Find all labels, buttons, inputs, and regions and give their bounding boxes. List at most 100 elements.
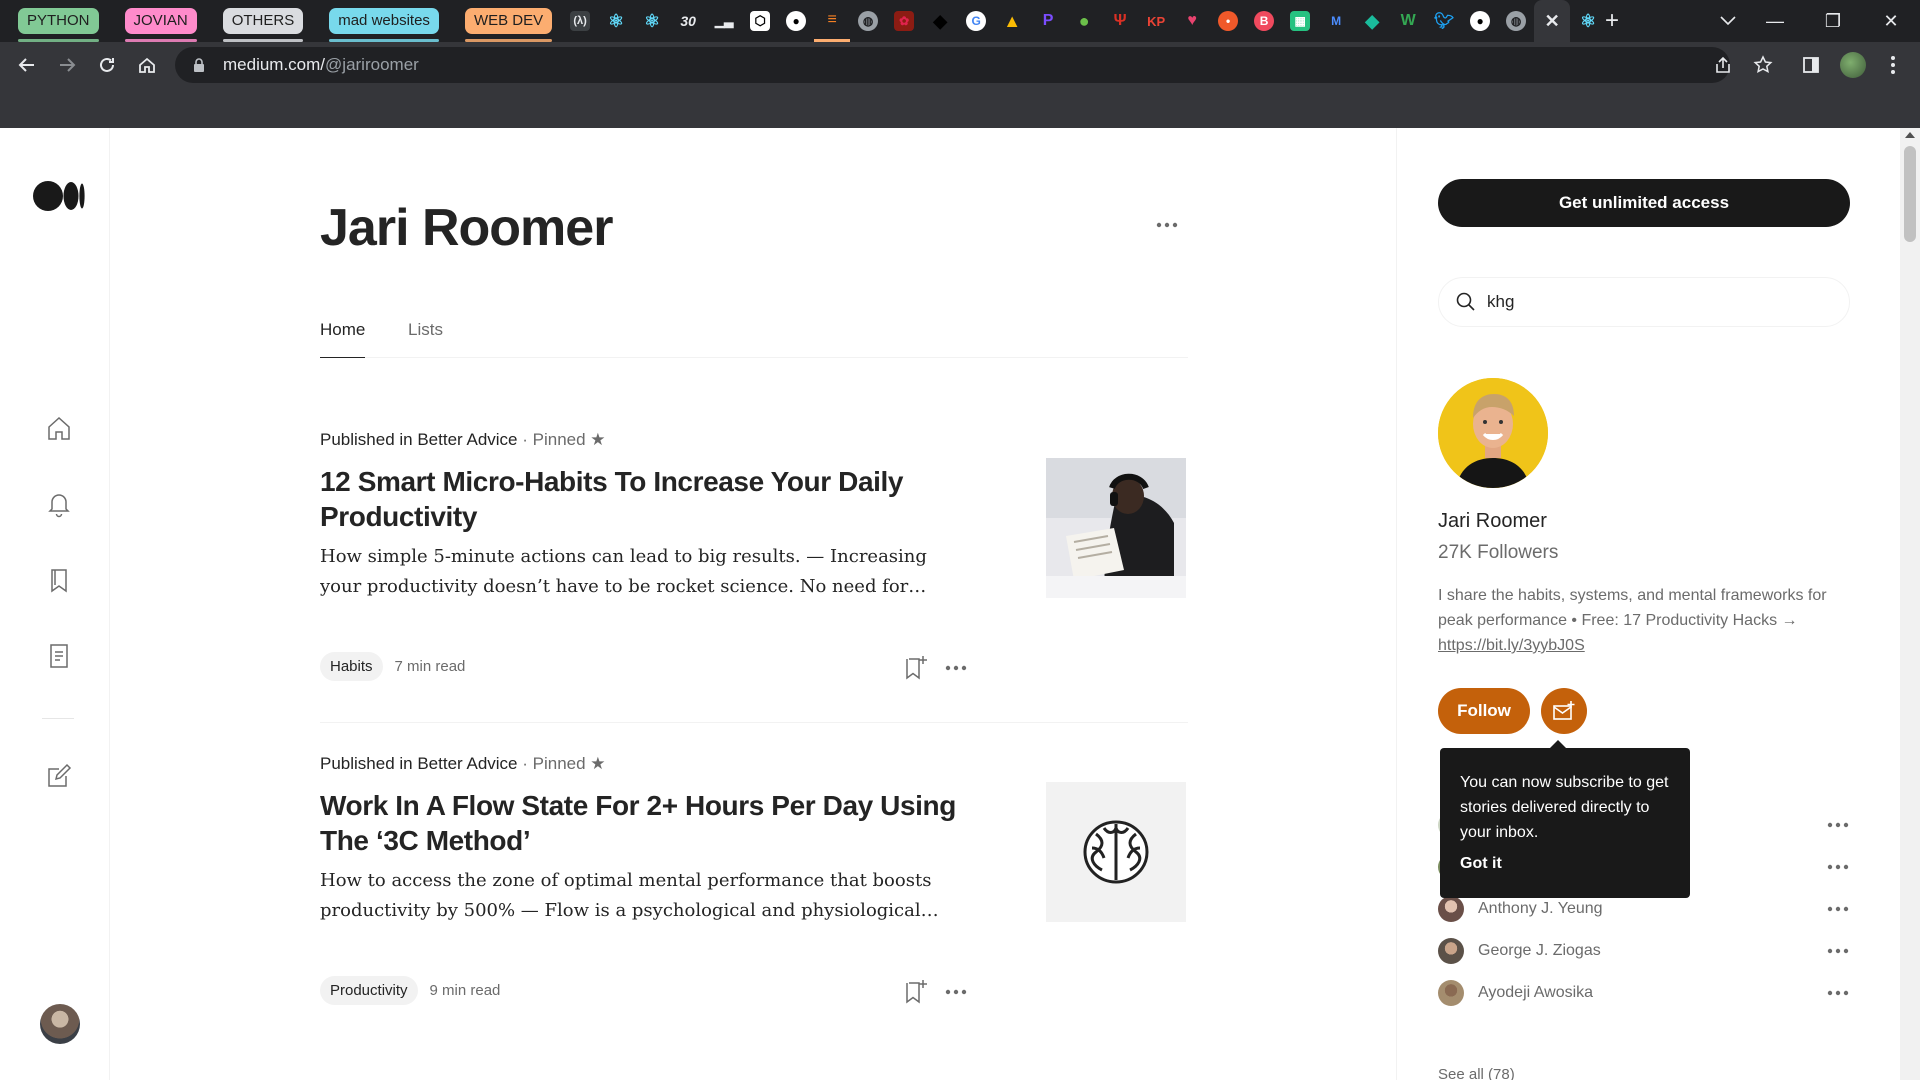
address-bar[interactable]: medium.com/@jariroomer [175,47,1730,83]
article-subtitle[interactable]: How simple 5-minute actions can lead to … [320,542,960,602]
following-name: Anthony J. Yeung [1478,900,1603,917]
author-name[interactable]: Jari Roomer [1438,510,1547,533]
new-tab-button[interactable]: + [1600,0,1624,42]
article-title[interactable]: Work In A Flow State For 2+ Hours Per Da… [320,788,960,858]
topic-tag[interactable]: Productivity [320,976,418,1005]
side-panel-icon[interactable] [1796,50,1826,80]
tab-orange[interactable]: • [1210,0,1246,42]
home-icon[interactable] [44,413,74,443]
save-bookmark-icon[interactable] [902,978,930,1006]
tab-github-1[interactable]: ● [778,0,814,42]
followers-count[interactable]: 27K Followers [1438,542,1558,564]
save-bookmark-icon[interactable] [902,654,930,682]
bookmark-star-icon[interactable] [1748,50,1778,80]
nest-icon: ✿ [894,11,915,31]
medium-logo[interactable] [33,180,85,212]
tab-globe-1[interactable]: ◍ [850,0,886,42]
tab-heart[interactable]: ♥ [1174,0,1210,42]
share-icon[interactable] [1708,50,1738,80]
tab-codepen[interactable]: ⬡ [742,0,778,42]
tab-lists[interactable]: Lists [408,314,443,358]
profile-avatar-icon[interactable] [1838,50,1868,80]
article-thumbnail[interactable] [1046,458,1186,598]
following-row[interactable]: George J. Ziogas [1438,936,1850,966]
following-more-icon[interactable] [1826,987,1850,999]
tab-kp[interactable]: KP [1138,0,1174,42]
forward-arrow-icon[interactable] [52,50,82,80]
tab-nest[interactable]: ✿ [886,0,922,42]
tab-diamond[interactable]: ◆ [1354,0,1390,42]
tab-react-2[interactable]: ⚛ [634,0,670,42]
more-options-icon[interactable] [1155,220,1179,230]
follow-button[interactable]: Follow [1438,688,1530,734]
subscribe-email-button[interactable] [1541,688,1587,734]
following-more-icon[interactable] [1826,945,1850,957]
tab-thirty[interactable]: 30 [670,0,706,42]
bio-link[interactable]: https://bit.ly/3yybJ0S [1438,637,1585,654]
tab-group-others[interactable]: OTHERS [222,8,304,42]
article-more-icon[interactable] [944,986,968,998]
browser-menu-icon[interactable] [1878,50,1908,80]
bell-icon[interactable] [44,489,74,519]
author-avatar[interactable] [1438,378,1548,488]
tab-drive[interactable]: ▲ [994,0,1030,42]
stories-icon[interactable] [44,641,74,671]
tab-terminal[interactable]: ▁▃ [706,0,742,42]
user-avatar[interactable] [40,1004,80,1044]
maximize-icon[interactable]: ❐ [1804,0,1862,42]
article-more-icon[interactable] [944,662,968,674]
tab-search-chevron-icon[interactable] [1708,0,1748,42]
article-thumbnail[interactable] [1046,782,1186,922]
topic-tag[interactable]: Habits [320,652,383,681]
tab-sheets[interactable]: ▦ [1282,0,1318,42]
tab-mini[interactable]: M [1318,0,1354,42]
publication-name[interactable]: Better Advice [417,430,517,449]
bookmarks-icon[interactable] [44,565,74,595]
tab-globe-2[interactable]: ◍ [1498,0,1534,42]
following-more-icon[interactable] [1826,861,1850,873]
tab-react-1[interactable]: ⚛ [598,0,634,42]
tab-active-medium[interactable]: ✕ [1534,0,1571,42]
tab-pitchfork[interactable]: Ψ [1102,0,1138,42]
scroll-up-arrow-icon[interactable] [1905,132,1915,138]
tab-home[interactable]: Home [320,314,366,358]
tab-group-python[interactable]: PYTHON [18,8,99,42]
tab-google[interactable]: G [958,0,994,42]
article-title[interactable]: 12 Smart Micro-Habits To Increase Your D… [320,464,960,534]
tab-leaf[interactable]: ● [1066,0,1102,42]
tab-group-mad-websites[interactable]: mad websites [329,8,439,42]
search-input[interactable]: khg [1438,277,1850,327]
scrollbar-thumb[interactable] [1904,146,1916,242]
close-window-icon[interactable]: ✕ [1862,0,1920,42]
article-subtitle[interactable]: How to access the zone of optimal mental… [320,866,960,926]
tab-twitter[interactable]: 🐦︎ [1426,0,1462,42]
back-arrow-icon[interactable] [12,50,42,80]
url-text: medium.com/@jariroomer [223,55,419,75]
close-tab-icon[interactable]: ✕ [1542,11,1562,31]
following-row[interactable]: Ayodeji Awosika [1438,978,1850,1008]
minimize-icon[interactable]: — [1746,0,1804,42]
tab-github-2[interactable]: ● [1462,0,1498,42]
following-more-icon[interactable] [1826,903,1850,915]
following-row[interactable]: Anthony J. Yeung [1438,894,1850,924]
tab-stackoverflow[interactable]: ≡ [814,0,851,42]
following-more-icon[interactable] [1826,819,1850,831]
tab-black[interactable]: ◆ [922,0,958,42]
tab-w[interactable]: W [1390,0,1426,42]
article-meta: Habits 7 min read [320,652,465,681]
tab-lambda[interactable]: (λ) [562,0,598,42]
page-scrollbar[interactable] [1900,128,1920,1080]
tab-group-jovian[interactable]: JOVIAN [124,8,197,42]
author-bio: I share the habits, systems, and mental … [1438,583,1858,658]
get-unlimited-access-button[interactable]: Get unlimited access [1438,179,1850,227]
reload-icon[interactable] [92,50,122,80]
tab-b[interactable]: B [1246,0,1282,42]
home-button-icon[interactable] [132,50,162,80]
got-it-button[interactable]: Got it [1460,855,1670,873]
following-name: George J. Ziogas [1478,942,1601,959]
write-icon[interactable] [44,761,74,791]
tab-pycharm[interactable]: P [1030,0,1066,42]
publication-name[interactable]: Better Advice [417,754,517,773]
tab-group-web-dev[interactable]: WEB DEV [464,8,553,42]
see-all-following-link[interactable]: See all (78) [1438,1066,1515,1080]
